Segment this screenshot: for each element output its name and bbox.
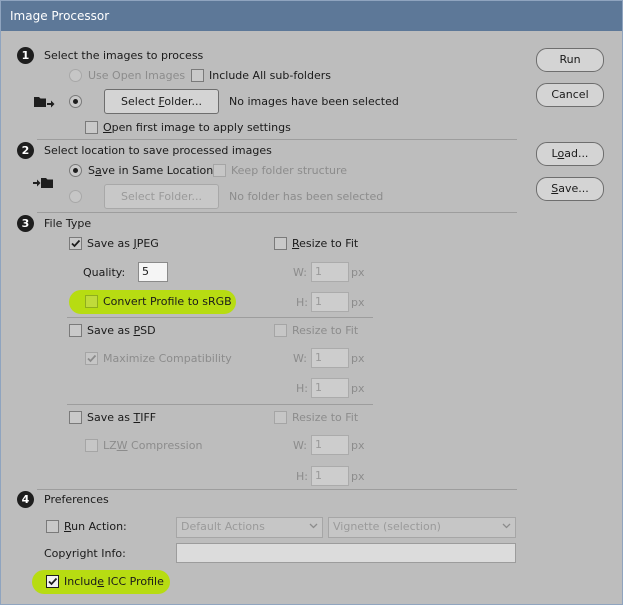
px-unit: px [351, 382, 365, 395]
section-2-title: Select location to save processed images [44, 144, 272, 157]
step-2-badge: 2 [17, 142, 34, 159]
cancel-button[interactable]: Cancel [536, 83, 604, 107]
images-status-text: No images have been selected [229, 95, 399, 108]
keep-folder-structure-label: Keep folder structure [231, 164, 348, 177]
include-subfolders-label: Include All sub-folders [209, 69, 331, 82]
divider [67, 317, 373, 318]
jpeg-resize-checkbox[interactable] [274, 237, 287, 250]
divider [67, 404, 373, 405]
tiff-width-label: W: [293, 439, 307, 452]
lzw-compression-checkbox[interactable] [85, 439, 98, 452]
arrow-into-folder-icon [33, 175, 55, 194]
window-title: Image Processor [10, 9, 110, 23]
cancel-label: Cancel [551, 88, 589, 101]
px-unit: px [351, 266, 365, 279]
copyright-input[interactable] [176, 543, 516, 563]
divider [37, 139, 517, 140]
select-destination-folder-button[interactable]: Select Folder... [104, 184, 219, 209]
run-button[interactable]: Run [536, 48, 604, 72]
jpeg-height-input[interactable]: 1 [311, 292, 349, 312]
select-destination-radio[interactable] [69, 190, 82, 203]
save-as-tiff-checkbox[interactable] [69, 411, 82, 424]
action-set-select[interactable]: Default Actions [176, 517, 323, 538]
select-folder-radio[interactable] [69, 95, 82, 108]
px-unit: px [351, 352, 365, 365]
section-3-title: File Type [44, 217, 92, 230]
jpeg-height-label: H: [296, 296, 308, 309]
select-folder-label: Select Folder... [121, 95, 202, 108]
psd-width-label: W: [293, 352, 307, 365]
convert-profile-label: Convert Profile to sRGB [103, 295, 232, 308]
divider [37, 489, 517, 490]
save-as-jpeg-checkbox[interactable] [69, 237, 82, 250]
include-icc-profile-label: Include ICC Profile [64, 575, 164, 588]
image-processor-dialog: Image Processor Run Cancel Load... Save.… [0, 0, 623, 605]
select-destination-label: Select Folder... [121, 190, 202, 203]
keep-folder-structure-checkbox[interactable] [213, 164, 226, 177]
save-same-location-radio[interactable] [69, 164, 82, 177]
folder-arrow-right-icon [33, 94, 55, 113]
section-4-title: Preferences [44, 493, 109, 506]
folder-status-text: No folder has been selected [229, 190, 384, 203]
run-action-checkbox[interactable] [46, 520, 59, 533]
save-settings-button[interactable]: Save... [536, 177, 604, 201]
step-1-badge: 1 [17, 47, 34, 64]
action-value: Vignette (selection) [333, 520, 441, 533]
quality-label: Quality: [83, 266, 126, 279]
quality-input[interactable]: 5 [138, 262, 168, 282]
save-as-jpeg-label: Save as JPEG [87, 237, 159, 250]
save-as-psd-checkbox[interactable] [69, 324, 82, 337]
include-icc-profile-checkbox[interactable] [46, 575, 59, 588]
psd-height-label: H: [296, 382, 308, 395]
psd-resize-checkbox[interactable] [274, 324, 287, 337]
action-select[interactable]: Vignette (selection) [328, 517, 516, 538]
maximize-compatibility-checkbox[interactable] [85, 352, 98, 365]
convert-profile-checkbox[interactable] [85, 295, 98, 308]
load-label: Load... [551, 147, 589, 160]
use-open-images-label: Use Open Images [88, 69, 186, 82]
use-open-images-radio[interactable] [69, 69, 82, 82]
jpeg-resize-label: Resize to Fit [292, 237, 359, 250]
save-same-location-label: Save in Same Location [88, 164, 214, 177]
select-folder-button[interactable]: Select Folder... [104, 89, 219, 114]
lzw-compression-label: LZW Compression [103, 439, 203, 452]
checkmark-icon [48, 577, 58, 586]
run-action-label: Run Action: [64, 520, 127, 533]
run-label: Run [559, 53, 581, 66]
psd-width-input[interactable]: 1 [311, 348, 349, 368]
open-first-image-label: Open first image to apply settings [103, 121, 291, 134]
px-unit: px [351, 439, 365, 452]
chevron-down-icon [502, 523, 511, 529]
step-4-badge: 4 [17, 491, 34, 508]
section-1-title: Select the images to process [44, 49, 204, 62]
tiff-resize-checkbox[interactable] [274, 411, 287, 424]
step-3-badge: 3 [17, 215, 34, 232]
include-subfolders-checkbox[interactable] [191, 69, 204, 82]
jpeg-width-label: W: [293, 266, 307, 279]
px-unit: px [351, 470, 365, 483]
divider [37, 212, 517, 213]
save-label: Save... [551, 182, 589, 195]
save-as-tiff-label: Save as TIFF [87, 411, 157, 424]
jpeg-width-input[interactable]: 1 [311, 262, 349, 282]
action-set-value: Default Actions [181, 520, 265, 533]
open-first-image-checkbox[interactable] [85, 121, 98, 134]
chevron-down-icon [309, 523, 318, 529]
psd-resize-label: Resize to Fit [292, 324, 359, 337]
psd-height-input[interactable]: 1 [311, 378, 349, 398]
tiff-width-input[interactable]: 1 [311, 435, 349, 455]
checkmark-icon [87, 354, 97, 363]
load-button[interactable]: Load... [536, 142, 604, 166]
copyright-label: Copyright Info: [44, 547, 126, 560]
px-unit: px [351, 296, 365, 309]
maximize-compatibility-label: Maximize Compatibility [103, 352, 232, 365]
tiff-height-input[interactable]: 1 [311, 466, 349, 486]
tiff-resize-label: Resize to Fit [292, 411, 359, 424]
tiff-height-label: H: [296, 470, 308, 483]
title-bar: Image Processor [1, 1, 622, 31]
save-as-psd-label: Save as PSD [87, 324, 156, 337]
checkmark-icon [71, 239, 81, 248]
